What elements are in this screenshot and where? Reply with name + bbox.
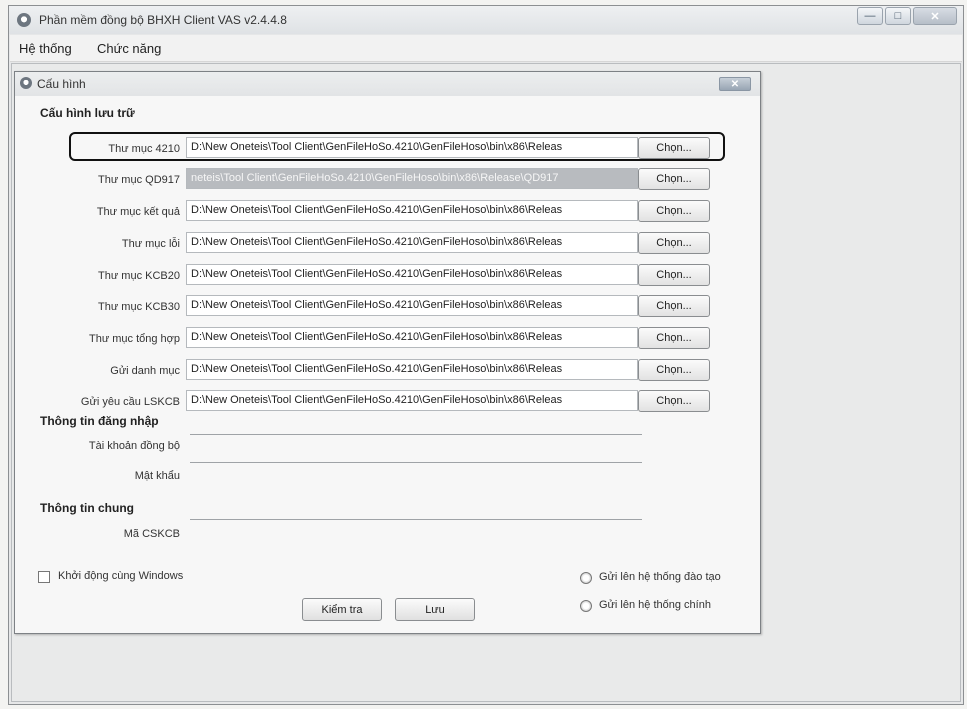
password-label: Mật khẩu (134, 470, 180, 482)
folder-path-input[interactable]: neteis\Tool Client\GenFileHoSo.4210\GenF… (186, 168, 638, 189)
folder-label: Thư mục KCB30 (98, 301, 180, 313)
cskcb-label: Mã CSKCB (123, 528, 180, 540)
storage-section-title: Cấu hình lưu trữ (40, 106, 135, 120)
folder-path-input[interactable]: D:\New Oneteis\Tool Client\GenFileHoSo.4… (186, 390, 638, 411)
sync-account-input[interactable] (190, 434, 642, 455)
choose-folder-button[interactable]: Chọn... (638, 359, 710, 381)
maximize-icon[interactable]: □ (885, 7, 911, 25)
settings-icon (20, 77, 32, 89)
login-section-title: Thông tin đăng nhập (40, 414, 159, 428)
folder-label: Thư mục kết quả (96, 206, 180, 218)
general-section-title: Thông tin chung (40, 501, 134, 515)
choose-folder-button[interactable]: Chọn... (638, 200, 710, 222)
check-button[interactable]: Kiểm tra (302, 598, 382, 621)
folder-path-input[interactable]: D:\New Oneteis\Tool Client\GenFileHoSo.4… (186, 295, 638, 316)
folder-path-input[interactable]: D:\New Oneteis\Tool Client\GenFileHoSo.4… (186, 264, 638, 285)
folder-label: Thư mục tổng hợp (88, 333, 180, 345)
choose-folder-button[interactable]: Chọn... (638, 295, 710, 317)
app-icon (17, 13, 31, 27)
folder-path-input[interactable]: D:\New Oneteis\Tool Client\GenFileHoSo.4… (186, 200, 638, 221)
choose-folder-button[interactable]: Chọn... (638, 327, 710, 349)
close-icon[interactable]: ✕ (913, 7, 957, 25)
dialog-close-icon[interactable]: ✕ (719, 77, 751, 91)
startup-label: Khởi động cùng Windows (58, 570, 184, 582)
cskcb-input[interactable] (190, 519, 642, 540)
folder-label: Thư mục QD917 (98, 174, 180, 186)
folder-label: Gửi yêu cầu LSKCB (80, 396, 180, 408)
choose-folder-button[interactable]: Chọn... (638, 264, 710, 286)
choose-folder-button[interactable]: Chọn... (638, 390, 710, 412)
minimize-icon[interactable]: — (857, 7, 883, 25)
folder-path-input[interactable]: D:\New Oneteis\Tool Client\GenFileHoSo.4… (186, 327, 638, 348)
caption-buttons: — □ ✕ (857, 7, 957, 25)
folder-path-input[interactable]: D:\New Oneteis\Tool Client\GenFileHoSo.4… (186, 232, 638, 253)
radio-main-label: Gửi lên hệ thống chính (599, 599, 711, 611)
menu-he-thong[interactable]: Hệ thống (19, 41, 72, 56)
folder-label: Thư mục KCB20 (98, 270, 180, 282)
sync-account-label: Tài khoản đồng bộ (88, 440, 180, 452)
choose-folder-button[interactable]: Chọn... (638, 168, 710, 190)
dialog-title: Cấu hình (37, 77, 86, 91)
radio-training-system[interactable] (580, 572, 592, 584)
menu-bar: Hệ thống Chức năng (10, 35, 962, 62)
window-title: Phần mềm đồng bộ BHXH Client VAS v2.4.4.… (39, 13, 287, 27)
save-button[interactable]: Lưu (395, 598, 475, 621)
dialog-titlebar: Cấu hình ✕ (15, 72, 760, 96)
menu-chuc-nang[interactable]: Chức năng (97, 41, 161, 56)
folder-label: Gửi danh mục (110, 365, 180, 377)
radio-main-system[interactable] (580, 600, 592, 612)
highlight-annotation (69, 132, 725, 161)
radio-training-label: Gửi lên hệ thống đào tạo (599, 571, 721, 583)
password-input[interactable] (190, 462, 642, 483)
window-titlebar: Phần mềm đồng bộ BHXH Client VAS v2.4.4.… (9, 6, 963, 34)
folder-label: Thư mục lỗi (121, 238, 180, 250)
startup-checkbox[interactable] (38, 571, 50, 583)
folder-path-input[interactable]: D:\New Oneteis\Tool Client\GenFileHoSo.4… (186, 359, 638, 380)
choose-folder-button[interactable]: Chọn... (638, 232, 710, 254)
